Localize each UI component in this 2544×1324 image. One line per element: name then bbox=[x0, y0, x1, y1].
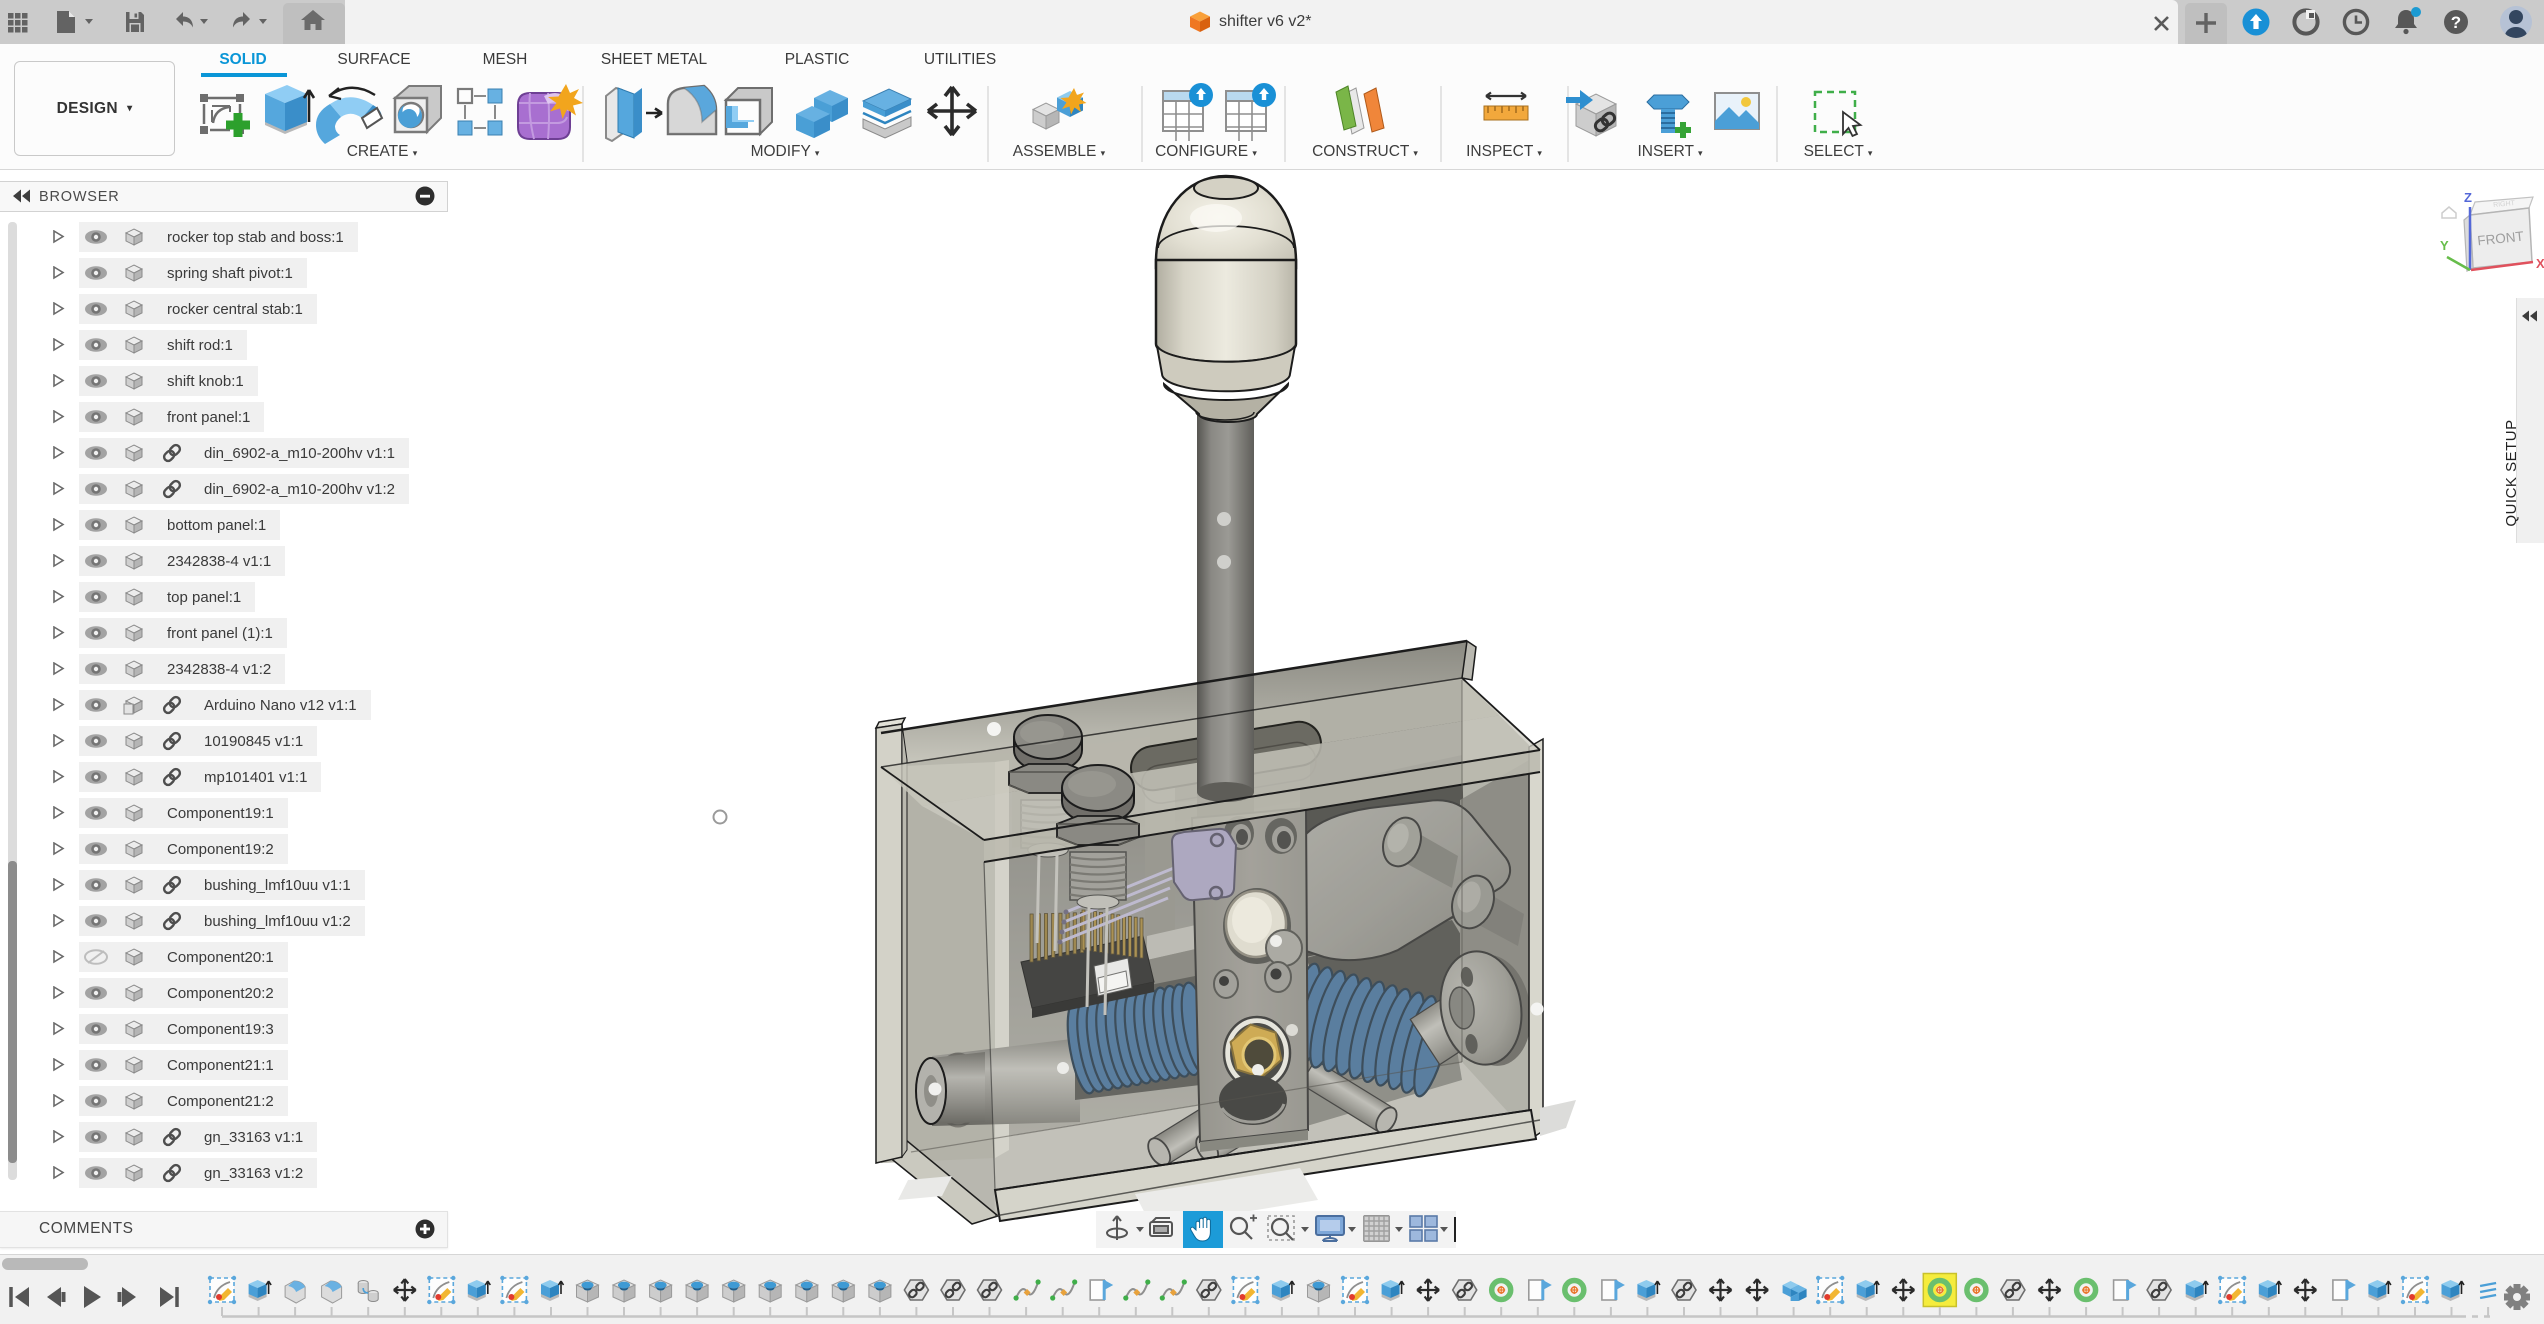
svg-text:X: X bbox=[2536, 256, 2544, 271]
svg-text:?: ? bbox=[2451, 13, 2461, 32]
svg-text:Z: Z bbox=[2464, 190, 2472, 205]
svg-text:Y: Y bbox=[2440, 238, 2449, 253]
